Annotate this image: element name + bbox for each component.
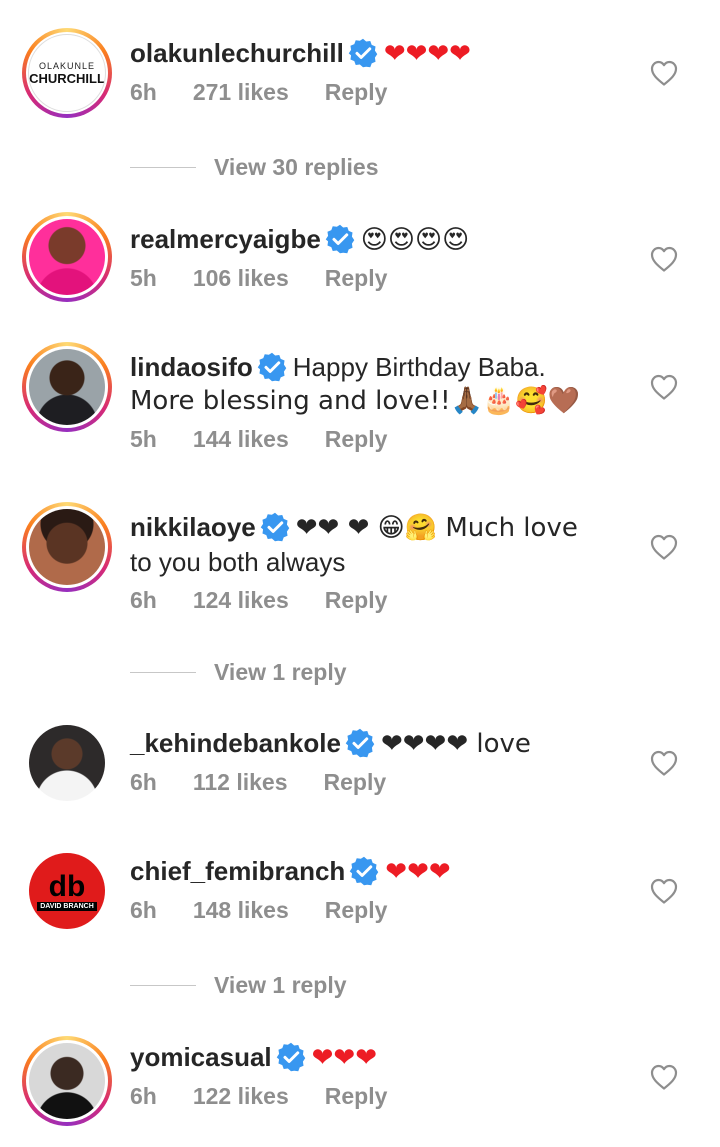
- heart-outline-icon[interactable]: [650, 60, 678, 86]
- avatar-story-ring[interactable]: [22, 502, 112, 592]
- avatar: [29, 349, 105, 425]
- likes-count[interactable]: 112 likes: [193, 769, 288, 795]
- avatar-text-bottom: CHURCHILL: [29, 70, 105, 86]
- username[interactable]: nikkilaoye: [130, 512, 256, 542]
- comment-text: Happy Birthday Baba.: [292, 352, 546, 382]
- comment-time: 5h: [130, 426, 157, 452]
- heart-outline-icon[interactable]: [650, 750, 678, 776]
- username[interactable]: chief_femibranch: [130, 856, 345, 886]
- verified-badge-icon: [325, 224, 355, 254]
- avatar: [29, 1043, 105, 1119]
- avatar-text-top: OLAKUNLE: [38, 60, 96, 71]
- reply-button[interactable]: Reply: [324, 769, 387, 795]
- avatar: db DAVID BRANCH: [29, 853, 105, 929]
- comment-time: 5h: [130, 265, 157, 291]
- view-replies-label: View 1 reply: [214, 658, 347, 685]
- verified-badge-icon: [345, 728, 375, 758]
- comment-text: ❤❤ ❤ 😁🤗 Much love: [295, 513, 578, 543]
- comment-text-continued: to you both always: [130, 547, 346, 577]
- verified-badge-icon: [257, 352, 287, 382]
- divider: [130, 166, 196, 168]
- comment-time: 6h: [130, 1083, 157, 1109]
- comment-text: ❤❤❤: [311, 1043, 377, 1073]
- avatar: OLAKUNLE CHURCHILL: [28, 34, 106, 112]
- avatar-text: DAVID BRANCH: [37, 901, 97, 911]
- heart-outline-icon[interactable]: [650, 246, 678, 272]
- likes-count[interactable]: 124 likes: [193, 587, 289, 613]
- username[interactable]: olakunlechurchill: [130, 38, 344, 68]
- reply-button[interactable]: Reply: [325, 426, 388, 452]
- heart-outline-icon[interactable]: [650, 534, 678, 560]
- divider: [130, 984, 196, 986]
- heart-outline-icon[interactable]: [650, 878, 678, 904]
- reply-button[interactable]: Reply: [325, 79, 388, 105]
- avatar-story-ring[interactable]: OLAKUNLE CHURCHILL: [22, 28, 112, 118]
- divider: [130, 671, 196, 673]
- view-replies-label: View 1 reply: [214, 971, 347, 998]
- avatar: [29, 219, 105, 295]
- view-replies-label: View 30 replies: [214, 153, 379, 180]
- comment-time: 6h: [130, 769, 157, 795]
- view-replies-button[interactable]: View 1 reply: [130, 657, 347, 687]
- verified-badge-icon: [276, 1042, 306, 1072]
- avatar-story-ring[interactable]: [22, 1036, 112, 1126]
- avatar: [29, 725, 105, 801]
- logo-mark: db: [48, 869, 86, 903]
- likes-count[interactable]: 106 likes: [193, 265, 289, 291]
- view-replies-button[interactable]: View 1 reply: [130, 970, 347, 1000]
- avatar-wrapper[interactable]: [22, 718, 112, 808]
- username[interactable]: realmercyaigbe: [130, 224, 321, 254]
- reply-button[interactable]: Reply: [325, 265, 388, 291]
- avatar-story-ring[interactable]: [22, 212, 112, 302]
- view-replies-button[interactable]: View 30 replies: [130, 152, 379, 182]
- reply-button[interactable]: Reply: [325, 1083, 388, 1109]
- comment-time: 6h: [130, 587, 157, 613]
- comment-text: ❤❤❤: [385, 857, 451, 887]
- verified-badge-icon: [348, 38, 378, 68]
- reply-button[interactable]: Reply: [325, 587, 388, 613]
- avatar: [29, 509, 105, 585]
- avatar-story-ring[interactable]: [22, 342, 112, 432]
- likes-count[interactable]: 148 likes: [193, 897, 289, 923]
- avatar-wrapper[interactable]: db DAVID BRANCH: [22, 846, 112, 936]
- heart-outline-icon[interactable]: [650, 374, 678, 400]
- likes-count[interactable]: 271 likes: [193, 79, 289, 105]
- comment-text-continued: More blessing and love!!🙏🏾🎂🥰🤎: [130, 386, 581, 416]
- verified-badge-icon: [260, 512, 290, 542]
- reply-button[interactable]: Reply: [325, 897, 388, 923]
- username[interactable]: lindaosifo: [130, 352, 253, 382]
- likes-count[interactable]: 144 likes: [193, 426, 289, 452]
- comment-time: 6h: [130, 897, 157, 923]
- comment-text: 😍😍😍😍: [360, 225, 470, 255]
- heart-outline-icon[interactable]: [650, 1064, 678, 1090]
- comment-text: ❤❤❤❤: [383, 39, 471, 69]
- username[interactable]: yomicasual: [130, 1042, 272, 1072]
- comment-text: ❤❤❤❤ love: [380, 729, 531, 759]
- verified-badge-icon: [349, 856, 379, 886]
- username[interactable]: _kehindebankole: [130, 728, 341, 758]
- likes-count[interactable]: 122 likes: [193, 1083, 289, 1109]
- comment-time: 6h: [130, 79, 157, 105]
